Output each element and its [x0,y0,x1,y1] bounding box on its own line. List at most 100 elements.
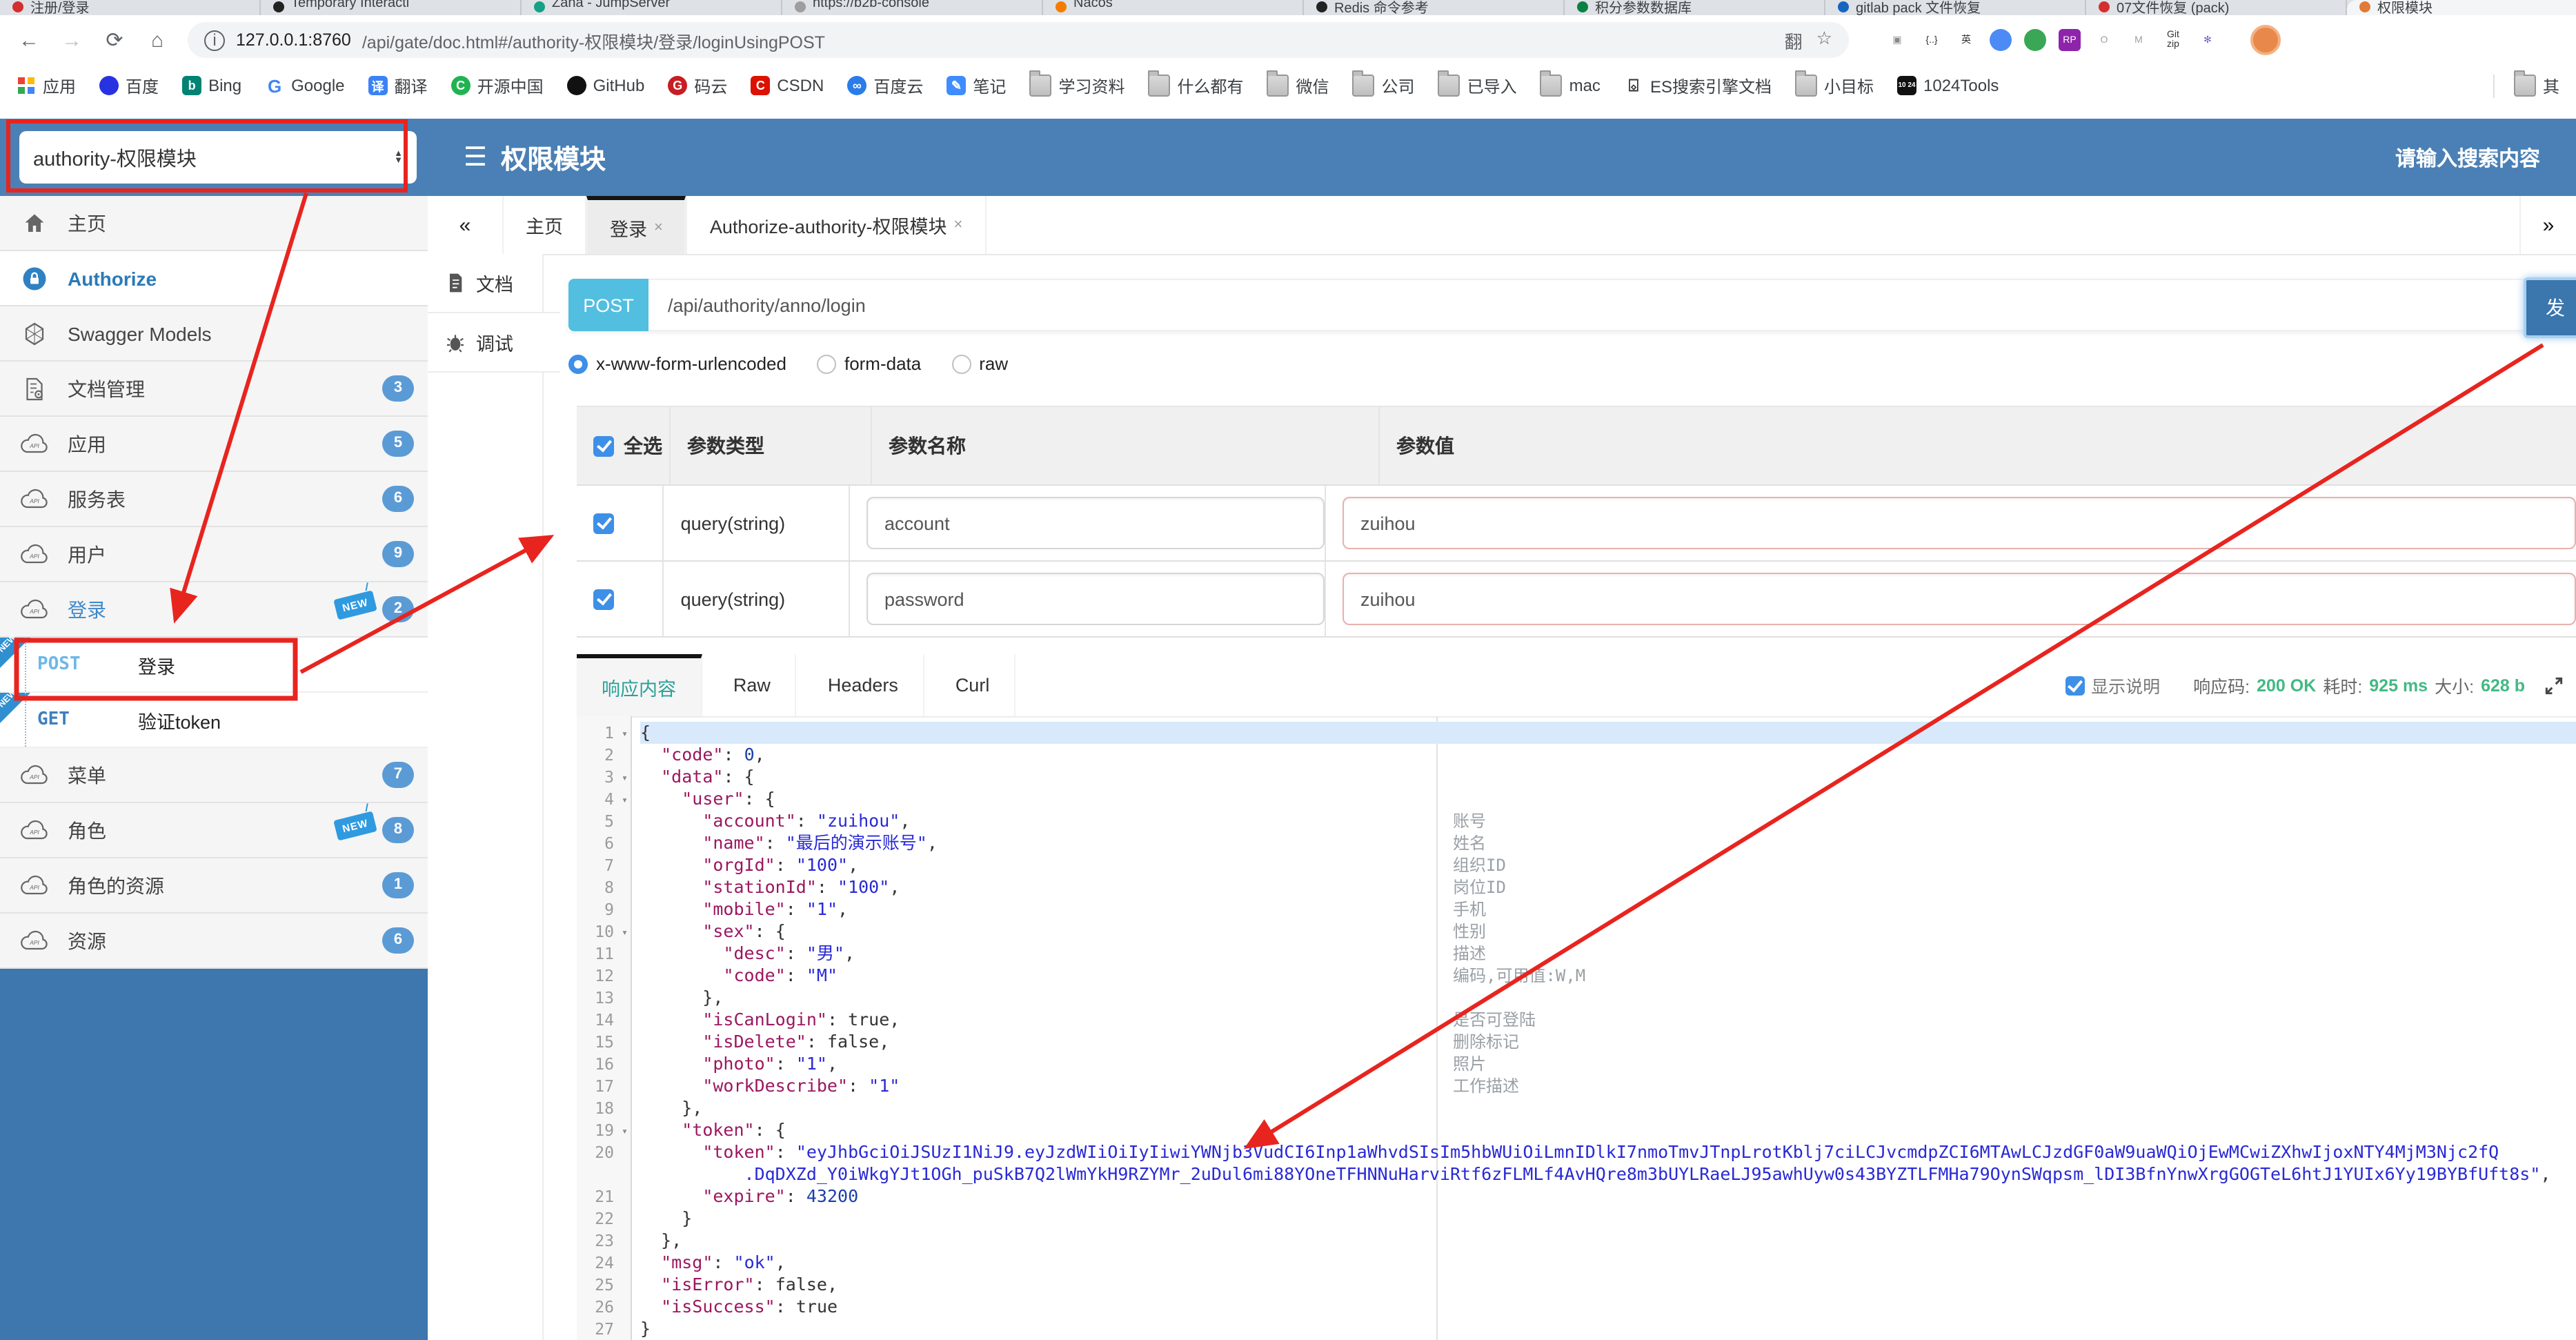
line-number[interactable]: 3 ▾ [577,766,631,788]
chrome-extension-icon[interactable] [1990,29,2012,51]
browser-tab[interactable]: Nacos [1043,0,1304,15]
line-number[interactable]: 4 ▾ [577,788,631,810]
line-number[interactable]: 1 ▾ [577,722,631,744]
translate-en-extension-icon[interactable]: 英 [1955,29,1977,51]
send-button[interactable]: 发 [2524,277,2576,338]
fold-caret-icon[interactable]: ▾ [622,922,628,944]
bookmark-item[interactable]: ∞ 百度云 [847,74,923,97]
line-number[interactable] [577,1163,631,1185]
show-description-checkbox[interactable] [2065,676,2085,695]
fold-caret-icon[interactable]: ▾ [622,767,628,789]
sidebar-item-服务表[interactable]: 服务表 6 [0,472,428,527]
tab-curl[interactable]: Curl [931,654,1016,716]
close-tab-icon[interactable]: × [954,217,963,233]
response-body-editor[interactable]: 1 ▾ 2 3 ▾ 4 ▾ 5 6 7 8 9 10 ▾ 11 12 13 14 15 16 17 18 19 ▾ 20 21 22… [577,716,2576,1340]
pinwheel-extension-icon[interactable]: ✻ [2197,29,2219,51]
line-number[interactable]: 26 [577,1296,631,1318]
line-number[interactable]: 14 [577,1009,631,1031]
browser-tab[interactable]: Temporary Interacti [261,0,522,15]
bookmark-item[interactable]: 学习资料 [1029,70,1124,97]
gitzip-extension-icon[interactable]: Git zip [2162,29,2184,51]
rp-extension-icon[interactable]: RP [2059,29,2081,51]
line-number[interactable]: 17 [577,1075,631,1097]
sidebar-item-用户[interactable]: 用户 9 [0,527,428,582]
line-number[interactable]: 25 [577,1274,631,1296]
search-input[interactable]: 请输入搜索内容 [2395,143,2540,172]
fold-caret-icon[interactable]: ▾ [622,789,628,811]
line-number[interactable]: 20 [577,1141,631,1163]
line-number[interactable]: 18 [577,1097,631,1119]
globe-extension-icon[interactable] [2024,29,2046,51]
line-number[interactable]: 2 [577,744,631,766]
line-number[interactable]: 7 [577,854,631,876]
bookmark-item[interactable]: GitHub [566,76,644,95]
bookmark-item[interactable]: 10 24 1024Tools [1897,76,1999,95]
back-icon[interactable]: ← [17,28,41,52]
reload-icon[interactable]: ⟳ [102,28,127,52]
bookmark-item[interactable]: 百度 [99,74,159,97]
line-number[interactable]: 8 [577,876,631,898]
browser-tab[interactable]: Zana - JumpServer [522,0,782,15]
sidebar-item-swagger-models[interactable]: Swagger Models [0,306,428,362]
param-value-input[interactable]: zuihou [1343,573,2576,625]
browser-tab[interactable]: 注册/登录 [0,0,261,15]
line-number[interactable]: 5 [577,810,631,832]
bookmark-item[interactable]: 译翻译 [368,74,428,97]
bookmark-item[interactable]: mac [1540,70,1601,97]
line-number[interactable]: 10 ▾ [577,920,631,943]
radio-form-data[interactable]: form-data [816,353,921,374]
row-checkbox[interactable] [593,589,614,609]
browser-tab[interactable]: 积分参数数据库 [1565,0,1825,15]
bookmark-item[interactable]: ✎ 笔记 [947,74,1006,97]
bookmark-item[interactable]: b Bing [182,76,241,95]
browser-tab[interactable]: 07文件恢复 (pack) [2086,0,2347,15]
line-number[interactable]: 21 [577,1185,631,1208]
line-number[interactable]: 27 [577,1318,631,1340]
page-extension-icon[interactable]: ▣ [1886,29,1908,51]
home-icon[interactable]: ⌂ [145,28,170,52]
tab-debug[interactable]: 调试 [428,312,560,373]
sidebar-item-菜单[interactable]: 菜单 7 [0,748,428,803]
radio-x-www-form-urlencoded[interactable]: x-www-form-urlencoded [568,353,786,374]
select-all-checkbox[interactable] [593,435,614,456]
sidebar-item-authorize[interactable]: Authorize [0,251,428,306]
browser-tab[interactable]: https://b2b-console [782,0,1043,15]
sidebar-item-角色的资源[interactable]: 角色的资源 1 [0,858,428,914]
ring-extension-icon[interactable]: O [2093,29,2115,51]
down-arrow-extension-icon[interactable]: M [2128,29,2150,51]
fullscreen-icon[interactable] [2543,674,2565,696]
site-info-icon[interactable]: i [204,30,225,50]
line-number[interactable]: 23 [577,1230,631,1252]
row-checkbox[interactable] [593,513,614,533]
line-number[interactable]: 19 ▾ [577,1119,631,1141]
line-number[interactable]: 9 [577,898,631,920]
tab-response-content[interactable]: 响应内容 [577,654,702,716]
endpoint-path-input[interactable]: /api/authority/anno/login [648,279,2529,331]
sidebar-item-登录[interactable]: 登录 NEW 2 [0,582,428,638]
forward-icon[interactable]: → [59,28,84,52]
line-number[interactable]: 16 [577,1053,631,1075]
line-number[interactable]: 11 [577,943,631,965]
bookmark-item[interactable]: 小目标 [1794,70,1874,97]
translate-icon[interactable]: 翻 [1785,27,1803,53]
workspace-tab[interactable]: Authorize-authority-权限模块 × [686,196,987,254]
browser-tab[interactable]: Redis 命令参考 [1304,0,1565,15]
bookmark-item[interactable]: 已导入 [1438,70,1517,97]
param-value-input[interactable]: zuihou [1343,497,2576,549]
sidebar-item-资源[interactable]: 资源 6 [0,914,428,969]
fold-caret-icon[interactable]: ▾ [622,1121,628,1143]
bookmark-item[interactable]: 应用 [17,74,76,97]
tab-raw[interactable]: Raw [709,654,797,716]
tab-headers[interactable]: Headers [803,654,924,716]
profile-avatar[interactable] [2250,25,2281,55]
fold-caret-icon[interactable]: ▾ [622,723,628,745]
bookmark-item[interactable]: 什么都有 [1148,70,1244,97]
hamburger-icon[interactable]: ☰ [464,141,487,173]
module-select[interactable]: authority-权限模块 ▲ ▼ [19,131,417,184]
sidebar-item-主页[interactable]: 主页 [0,196,428,251]
sidebar-item-角色[interactable]: 角色 NEW 8 [0,803,428,858]
bookmark-item[interactable]: 公司 [1352,70,1415,97]
tab-doc[interactable]: 文档 [428,254,542,312]
brackets-extension-icon[interactable]: {..} [1921,29,1943,51]
bookmark-star-icon[interactable]: ☆ [1816,27,1832,53]
